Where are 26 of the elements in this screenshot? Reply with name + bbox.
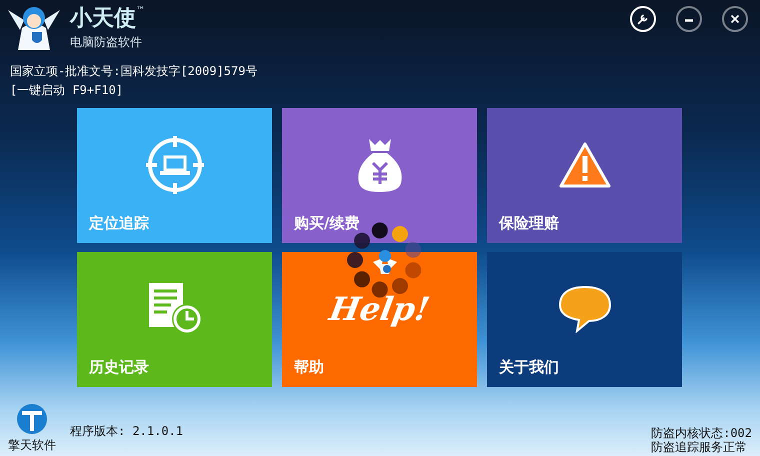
speech-bubble-icon [558,285,610,333]
version-text: 程序版本: 2.1.0.1 [70,423,184,440]
trademark: ™ [136,6,145,16]
status-text: 防盗追踪服务正常 [651,440,748,454]
settings-button[interactable] [630,6,656,32]
locate-tile[interactable]: 定位追踪 [77,108,272,243]
app-name: 小天使 [70,6,136,32]
history-tile[interactable]: 历史记录 [77,252,272,387]
warning-icon [558,142,610,188]
minimize-button[interactable] [676,6,702,32]
close-icon [728,12,742,26]
company-name: 擎天软件 [8,437,56,454]
help-tile[interactable]: Help! 帮助 [282,252,477,387]
app-subtitle: 电脑防盗软件 [70,34,143,51]
company-logo-icon [17,404,47,434]
money-tile[interactable]: 购买/续费 [282,108,477,243]
wrench-icon [636,12,650,26]
warning-tile[interactable]: 保险理赔 [487,108,682,243]
chat-tile[interactable]: 关于我们 [487,252,682,387]
minimize-icon [685,19,693,22]
info-text: 国家立项-批准文号:国科发技字[2009]579号 [10,64,258,79]
laptop-target-icon [144,135,204,195]
close-button[interactable] [722,6,748,32]
help-art-text: Help! [326,290,432,328]
info-text: [一键启动 F9+F10] [10,83,124,98]
status-text: 防盗内核状态:002 [651,426,752,440]
